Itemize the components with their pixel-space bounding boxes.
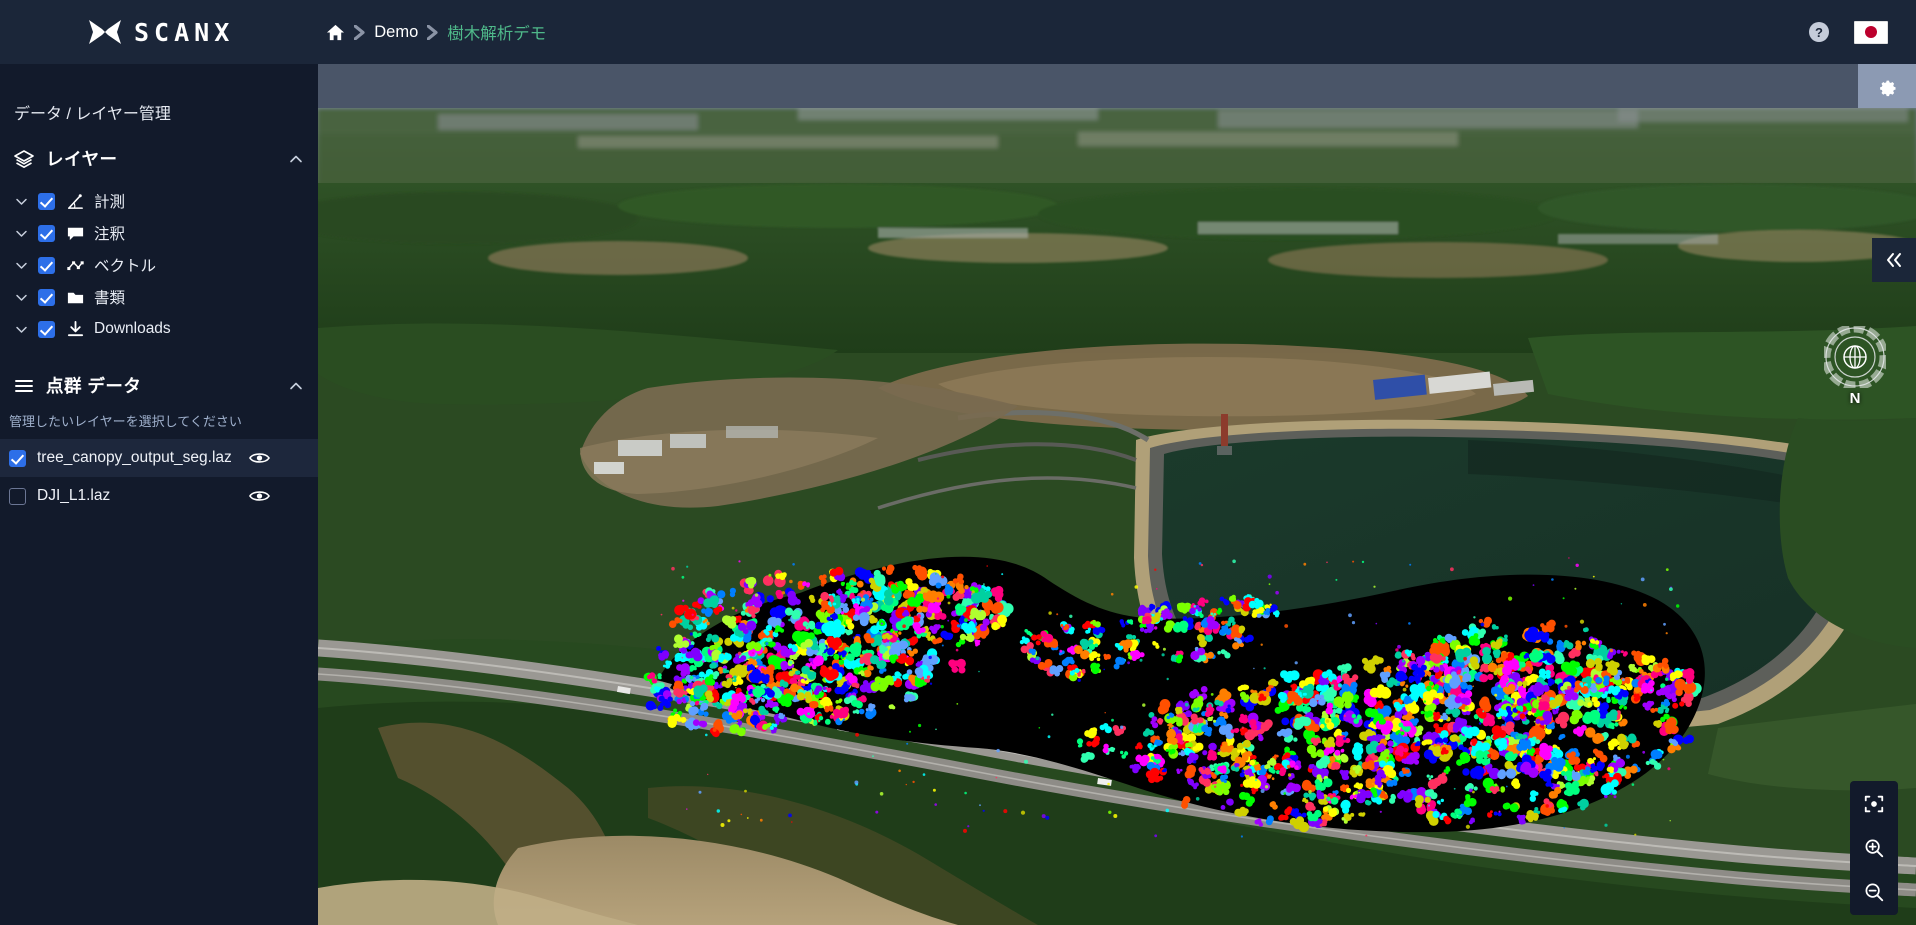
pointcloud-section-header[interactable]: 点群 データ: [0, 345, 318, 398]
layer-row-downloads[interactable]: Downloads: [0, 313, 318, 345]
chevron-up-icon[interactable]: [288, 378, 304, 394]
pointcloud-section-label: 点群 データ: [46, 373, 141, 398]
logo-text: SCANX: [134, 18, 234, 47]
chevron-down-icon[interactable]: [14, 258, 29, 273]
pointcloud-hint: 管理したいレイヤーを選択してください: [0, 398, 318, 430]
pointcloud-list: tree_canopy_output_seg.laz DJI_L1.laz: [0, 439, 318, 515]
comment-icon: [66, 224, 85, 243]
layer-row-measure[interactable]: 計測: [0, 185, 318, 217]
secondary-toolbar: [318, 64, 1916, 108]
layers-icon: [14, 149, 34, 169]
chevron-right-icon: [427, 25, 438, 40]
folder-icon: [66, 288, 85, 307]
chevron-down-icon[interactable]: [14, 322, 29, 337]
map-tools: [1850, 781, 1898, 915]
help-circle-icon[interactable]: ?: [1808, 21, 1830, 43]
layers-section-header[interactable]: レイヤー: [0, 124, 318, 171]
aerial-3d-scene: [318, 88, 1916, 925]
download-icon: [66, 320, 85, 339]
compass-north-label: N: [1850, 390, 1861, 407]
eye-icon[interactable]: [249, 488, 270, 504]
layers-list: 計測 注釈: [0, 185, 318, 345]
zoom-out-button[interactable]: [1854, 875, 1894, 909]
svg-text:?: ?: [1815, 25, 1823, 40]
chevron-down-icon[interactable]: [14, 290, 29, 305]
layer-row-vector[interactable]: ベクトル: [0, 249, 318, 281]
gear-icon: [1876, 75, 1898, 97]
chevron-up-icon[interactable]: [288, 151, 304, 167]
layer-checkbox-vector[interactable]: [38, 257, 55, 274]
layer-label-annotation: 注釈: [94, 222, 125, 244]
layer-label-documents: 書類: [94, 286, 125, 308]
menu-icon: [14, 376, 34, 396]
compass-icon: [1824, 326, 1886, 388]
pointcloud-row-tree-canopy[interactable]: tree_canopy_output_seg.laz: [0, 439, 318, 477]
chevrons-left-icon: [1884, 250, 1904, 270]
layer-label-measure: 計測: [94, 190, 125, 212]
map-viewport[interactable]: N: [318, 88, 1916, 925]
compass-control[interactable]: N: [1824, 326, 1886, 388]
chevron-down-icon[interactable]: [14, 194, 29, 209]
pointcloud-checkbox-tree-canopy[interactable]: [9, 450, 26, 467]
layer-checkbox-annotation[interactable]: [38, 225, 55, 242]
fit-to-view-button[interactable]: [1854, 787, 1894, 821]
header-actions: ?: [1808, 21, 1888, 44]
layer-label-vector: ベクトル: [94, 254, 156, 276]
pointcloud-row-dji-l1[interactable]: DJI_L1.laz: [0, 477, 318, 515]
chevron-down-icon[interactable]: [14, 226, 29, 241]
breadcrumb: Demo 樹木解析デモ: [326, 0, 546, 64]
breadcrumb-item-demo[interactable]: Demo: [374, 23, 418, 42]
layer-row-annotation[interactable]: 注釈: [0, 217, 318, 249]
breadcrumb-item-current[interactable]: 樹木解析デモ: [447, 20, 546, 44]
pointcloud-name-dji-l1: DJI_L1.laz: [37, 487, 110, 505]
chevron-right-icon: [354, 25, 365, 40]
zoom-in-icon: [1863, 837, 1885, 859]
collapse-panel-button[interactable]: [1872, 238, 1916, 282]
sidebar: データ / レイヤー管理 レイヤー: [0, 64, 318, 925]
layer-label-downloads: Downloads: [94, 320, 171, 338]
language-flag-japan[interactable]: [1854, 21, 1888, 44]
panel-title: データ / レイヤー管理: [0, 64, 318, 124]
zoom-in-button[interactable]: [1854, 831, 1894, 865]
pointcloud-checkbox-dji-l1[interactable]: [9, 488, 26, 505]
layer-checkbox-documents[interactable]: [38, 289, 55, 306]
home-icon[interactable]: [326, 23, 345, 42]
settings-button[interactable]: [1858, 64, 1916, 108]
measure-icon: [66, 192, 85, 211]
vector-icon: [66, 256, 85, 275]
brand-logo[interactable]: SCANX: [88, 0, 234, 64]
scanx-mark-icon: [88, 19, 122, 45]
focus-target-icon: [1863, 793, 1885, 815]
zoom-out-icon: [1863, 881, 1885, 903]
app-header: SCANX Demo 樹木解析デモ ?: [0, 0, 1916, 64]
layer-checkbox-measure[interactable]: [38, 193, 55, 210]
layer-row-documents[interactable]: 書類: [0, 281, 318, 313]
layer-checkbox-downloads[interactable]: [38, 321, 55, 338]
eye-icon[interactable]: [249, 450, 270, 466]
layers-section-label: レイヤー: [46, 146, 117, 171]
pointcloud-name-tree-canopy: tree_canopy_output_seg.laz: [37, 449, 232, 467]
